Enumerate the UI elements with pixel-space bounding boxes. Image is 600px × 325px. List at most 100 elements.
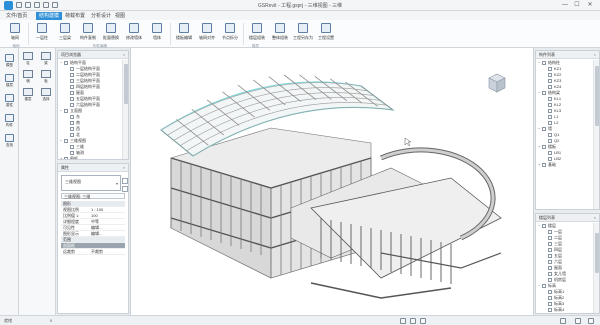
checkbox[interactable] [64, 156, 68, 159]
scrollbar[interactable] [593, 60, 599, 209]
scrollbar-thumb[interactable] [595, 233, 599, 273]
checkbox[interactable] [542, 223, 546, 228]
scrollbar-thumb[interactable] [595, 66, 599, 126]
close-icon[interactable]: × [594, 214, 596, 222]
checkbox[interactable] [64, 108, 68, 113]
ribbon-button-save-as[interactable]: 工程另存为 [292, 22, 314, 44]
3d-viewport[interactable] [130, 48, 534, 315]
checkbox[interactable] [542, 162, 546, 167]
instance-filter[interactable]: 三维视图: 三维 [61, 193, 125, 199]
open-icon[interactable] [25, 2, 31, 8]
tool-beam[interactable]: 梁 [39, 52, 53, 66]
save-icon[interactable] [16, 2, 22, 8]
ribbon-button-copy[interactable]: 构件复制 [77, 22, 99, 44]
checkbox[interactable] [70, 144, 74, 149]
building-model[interactable] [131, 48, 535, 315]
checkbox[interactable] [542, 283, 546, 288]
close-icon[interactable]: × [123, 51, 125, 59]
checkbox[interactable] [548, 307, 552, 312]
checkbox[interactable] [542, 90, 546, 95]
checkbox[interactable] [548, 120, 552, 125]
scrollbar[interactable] [593, 223, 599, 313]
tab-analysis[interactable]: 分析设计 [88, 12, 114, 20]
minimize-button[interactable]: — [560, 1, 570, 10]
tool-wall[interactable]: 墙 [21, 70, 35, 84]
checkbox[interactable] [64, 60, 68, 65]
tree-item[interactable]: + 基础 [536, 162, 593, 168]
checkbox[interactable] [548, 66, 552, 71]
left-tool-component[interactable]: 构件 [2, 114, 17, 128]
ribbon-button-slab[interactable]: 楼板编辑 [173, 22, 195, 44]
checkbox[interactable] [548, 72, 552, 77]
tree-item[interactable]: + 图纸 [58, 156, 122, 159]
undo-icon[interactable] [34, 2, 40, 8]
viewcube-icon[interactable] [488, 73, 506, 93]
checkbox[interactable] [548, 132, 552, 137]
property-value[interactable]: 不裁剪 [91, 249, 125, 255]
checkbox[interactable] [548, 229, 552, 234]
ribbon-button-beam[interactable]: 三层梁 [54, 22, 76, 44]
close-icon[interactable]: × [594, 51, 596, 59]
checkbox[interactable] [70, 120, 74, 125]
maximize-button[interactable]: ☐ [572, 1, 582, 10]
close-button[interactable]: ✕ [585, 1, 595, 10]
checkbox[interactable] [548, 295, 552, 300]
checkbox[interactable] [70, 126, 74, 131]
checkbox[interactable] [70, 96, 74, 101]
ribbon-button-align[interactable]: 轴网对齐 [196, 22, 218, 44]
checkbox[interactable] [542, 60, 546, 65]
checkbox[interactable] [548, 96, 552, 101]
type-selector[interactable]: 三维视图 ▾ [61, 175, 121, 191]
tool-floor[interactable]: 楼层 [21, 88, 35, 102]
checkbox[interactable] [70, 90, 74, 95]
checkbox[interactable] [548, 301, 552, 306]
checkbox[interactable] [70, 102, 74, 107]
checkbox[interactable] [70, 150, 74, 155]
ribbon-button-assemble[interactable]: 整体组装 [269, 22, 291, 44]
checkbox[interactable] [70, 132, 74, 137]
app-logo-icon[interactable] [4, 1, 13, 10]
left-tool-find[interactable]: 查找 [2, 134, 17, 148]
tab-modeling[interactable]: 结构建模 [36, 12, 63, 20]
tree-item[interactable]: 标高4 [536, 307, 593, 313]
select-links-icon[interactable] [575, 318, 581, 324]
type-properties-icon[interactable] [122, 186, 128, 192]
checkbox[interactable] [70, 66, 74, 71]
checkbox[interactable] [70, 78, 74, 83]
checkbox[interactable] [548, 108, 552, 113]
ribbon-button-wall[interactable]: 墙体 [146, 22, 168, 44]
checkbox[interactable] [70, 114, 74, 119]
visual-style-icon[interactable] [420, 318, 426, 324]
checkbox[interactable] [548, 102, 552, 107]
tool-column[interactable]: 柱 [21, 52, 35, 66]
scale-icon[interactable] [400, 318, 406, 324]
checkbox[interactable] [64, 138, 68, 143]
checkbox[interactable] [548, 78, 552, 83]
type-edit-icon[interactable] [122, 178, 128, 184]
ribbon-button-column[interactable]: 一层柱 [31, 22, 53, 44]
ribbon-button-grid[interactable]: 轴网 [4, 22, 26, 44]
checkbox[interactable] [542, 126, 546, 131]
checkbox[interactable] [548, 150, 552, 155]
checkbox[interactable] [548, 277, 552, 282]
filter-icon[interactable] [560, 318, 566, 324]
checkbox[interactable] [548, 271, 552, 276]
left-tool-properties[interactable]: 属性 [2, 94, 17, 108]
redo-icon[interactable] [43, 2, 49, 8]
ribbon-button-split[interactable]: 节点拆分 [219, 22, 241, 44]
checkbox[interactable] [548, 156, 552, 161]
ribbon-button-settings[interactable]: 工程设置 [315, 22, 337, 44]
checkbox[interactable] [70, 72, 74, 77]
checkbox[interactable] [548, 247, 552, 252]
detail-level-icon[interactable] [410, 318, 416, 324]
checkbox[interactable] [548, 84, 552, 89]
checkbox[interactable] [548, 259, 552, 264]
ribbon-button-replace[interactable]: 批量替换 [100, 22, 122, 44]
tab-view[interactable]: 视图 [112, 12, 128, 20]
checkbox[interactable] [542, 144, 546, 149]
checkbox[interactable] [548, 138, 552, 143]
settings-icon[interactable] [52, 2, 58, 8]
checkbox[interactable] [548, 235, 552, 240]
ribbon-button-floor-assemble[interactable]: 楼层组装 [246, 22, 268, 44]
scrollbar[interactable] [122, 60, 128, 159]
